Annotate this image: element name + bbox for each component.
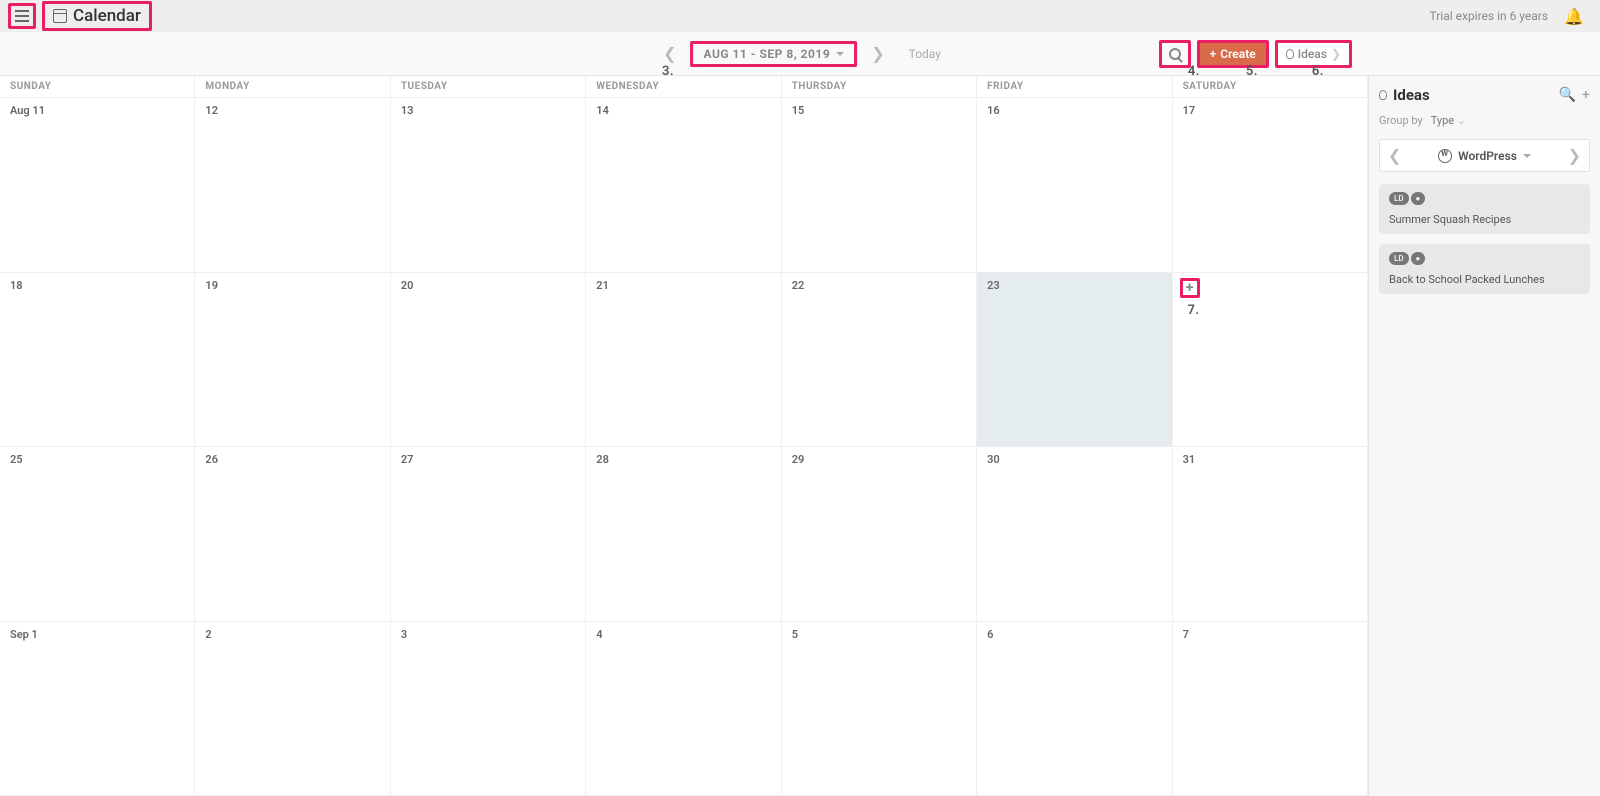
idea-badge: LD — [1389, 192, 1409, 205]
hamburger-icon — [15, 10, 29, 22]
calendar-icon — [53, 9, 67, 23]
day-cell[interactable]: 27 — [391, 447, 586, 621]
group-by-selector[interactable]: Type ⌄ — [1431, 114, 1466, 127]
source-label-wrap: WordPress — [1438, 149, 1531, 163]
wordpress-badge-icon: ● — [1411, 252, 1426, 265]
page-title: Calendar — [73, 6, 141, 26]
day-header: THURSDAY — [782, 76, 977, 97]
wordpress-badge-icon: ● — [1411, 192, 1426, 205]
day-cell[interactable]: 5 — [782, 622, 977, 796]
ideas-add-button[interactable]: + — [1582, 87, 1590, 103]
day-cell[interactable]: 30 — [977, 447, 1172, 621]
ideas-label: Ideas — [1298, 47, 1327, 61]
idea-badges: LD ● — [1389, 252, 1580, 265]
day-cell[interactable]: 23+7. — [977, 273, 1172, 447]
date-range-text: AUG 11 - SEP 8, 2019 — [703, 47, 830, 61]
day-cell[interactable]: 16 — [977, 98, 1172, 272]
day-headers-row: SUNDAY MONDAY TUESDAY WEDNESDAY THURSDAY… — [0, 76, 1368, 98]
day-header: FRIDAY — [977, 76, 1172, 97]
day-cell[interactable]: 18 — [0, 273, 195, 447]
day-cell[interactable]: 24 — [1173, 273, 1368, 447]
lightbulb-icon — [1286, 49, 1294, 59]
group-by-label: Group by — [1379, 114, 1423, 127]
chevron-right-icon: ❯ — [1331, 47, 1341, 61]
ideas-title: Ideas — [1393, 86, 1553, 104]
calendar-title-button[interactable]: Calendar — [42, 1, 152, 31]
search-button[interactable] — [1159, 40, 1191, 68]
idea-badge: LD — [1389, 252, 1409, 265]
day-cell[interactable]: 6 — [977, 622, 1172, 796]
prev-range-button[interactable]: ❮ — [659, 40, 680, 67]
day-cell[interactable]: 31 — [1173, 447, 1368, 621]
day-header: TUESDAY — [391, 76, 586, 97]
ideas-header: Ideas 🔍 + — [1379, 86, 1590, 104]
next-range-button[interactable]: ❯ — [867, 40, 888, 67]
calendar-grid: SUNDAY MONDAY TUESDAY WEDNESDAY THURSDAY… — [0, 76, 1368, 796]
group-by-row: Group by Type ⌄ — [1379, 114, 1590, 127]
caret-down-icon — [836, 52, 844, 56]
wordpress-icon — [1438, 149, 1452, 163]
toolbar-right: + Create Ideas ❯ — [1159, 40, 1600, 68]
date-range-selector[interactable]: AUG 11 - SEP 8, 2019 — [690, 41, 857, 67]
day-header: MONDAY — [195, 76, 390, 97]
weeks-container: Aug 11121314151617181920212223+7.2425262… — [0, 98, 1368, 796]
day-cell[interactable]: 17 — [1173, 98, 1368, 272]
idea-badges: LD ● — [1389, 192, 1580, 205]
day-cell[interactable]: 12 — [195, 98, 390, 272]
day-cell[interactable]: 22 — [782, 273, 977, 447]
week-row: 25262728293031 — [0, 447, 1368, 622]
day-cell[interactable]: 20 — [391, 273, 586, 447]
day-header: SUNDAY — [0, 76, 195, 97]
day-cell[interactable]: Aug 11 — [0, 98, 195, 272]
idea-title: Summer Squash Recipes — [1389, 213, 1580, 226]
day-cell[interactable]: 29 — [782, 447, 977, 621]
day-header: WEDNESDAY — [586, 76, 781, 97]
top-header: Calendar Trial expires in 6 years 🔔 1. 2… — [0, 0, 1600, 32]
caret-down-icon — [1523, 154, 1531, 158]
ideas-search-icon[interactable]: 🔍 — [1559, 87, 1576, 103]
day-cell[interactable]: 21 — [586, 273, 781, 447]
toolbar-center: ❮ AUG 11 - SEP 8, 2019 ❯ Today — [659, 40, 941, 67]
source-label: WordPress — [1458, 149, 1517, 163]
day-cell[interactable]: 14 — [586, 98, 781, 272]
chevron-right-icon[interactable]: ❯ — [1568, 146, 1581, 165]
source-selector[interactable]: ❮ WordPress ❯ — [1379, 139, 1590, 172]
toolbar: ❮ AUG 11 - SEP 8, 2019 ❯ Today + Create … — [0, 32, 1600, 76]
week-row: Aug 11121314151617 — [0, 98, 1368, 273]
today-button[interactable]: Today — [909, 47, 941, 61]
chevron-left-icon[interactable]: ❮ — [1388, 146, 1401, 165]
menu-button[interactable] — [8, 3, 36, 29]
main: SUNDAY MONDAY TUESDAY WEDNESDAY THURSDAY… — [0, 76, 1600, 796]
idea-title: Back to School Packed Lunches — [1389, 273, 1580, 286]
chevron-down-icon: ⌄ — [1457, 114, 1466, 127]
week-row: Sep 1234567 — [0, 622, 1368, 796]
day-header: SATURDAY — [1173, 76, 1368, 97]
day-cell[interactable]: Sep 1 — [0, 622, 195, 796]
idea-card[interactable]: LD ● Summer Squash Recipes — [1379, 184, 1590, 234]
day-cell[interactable]: 15 — [782, 98, 977, 272]
week-row: 181920212223+7.24 — [0, 273, 1368, 448]
day-cell[interactable]: 7 — [1173, 622, 1368, 796]
day-cell[interactable]: 25 — [0, 447, 195, 621]
add-item-button[interactable]: + — [1180, 278, 1200, 298]
trial-expiry-text: Trial expires in 6 years — [1429, 9, 1548, 23]
day-cell[interactable]: 13 — [391, 98, 586, 272]
day-cell[interactable]: 4 — [586, 622, 781, 796]
create-label: Create — [1220, 47, 1255, 61]
idea-card[interactable]: LD ● Back to School Packed Lunches — [1379, 244, 1590, 294]
day-cell[interactable]: 3 — [391, 622, 586, 796]
day-cell[interactable]: 26 — [195, 447, 390, 621]
day-cell[interactable]: 19 — [195, 273, 390, 447]
ideas-sidebar: Ideas 🔍 + Group by Type ⌄ ❮ WordPress ❯ … — [1368, 76, 1600, 796]
search-icon — [1169, 48, 1181, 60]
day-cell[interactable]: 2 — [195, 622, 390, 796]
plus-icon: + — [1210, 47, 1217, 61]
notifications-icon[interactable]: 🔔 — [1564, 7, 1584, 26]
day-cell[interactable]: 28 — [586, 447, 781, 621]
lightbulb-icon — [1379, 90, 1387, 100]
